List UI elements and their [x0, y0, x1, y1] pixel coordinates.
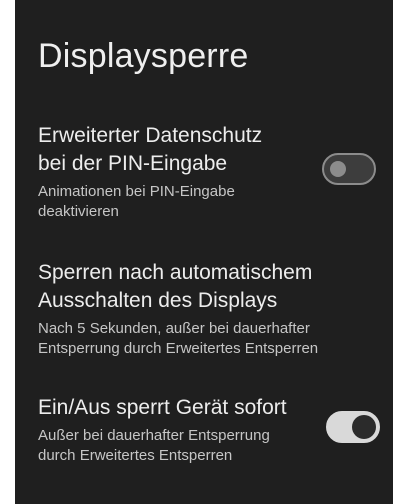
setting-lock-after-screen-off-summary: Nach 5 Sekunden, außer bei dauerhafter E…: [38, 320, 319, 357]
setting-power-button-locks-title: Ein/Aus sperrt Gerät sofort: [38, 396, 287, 419]
pin-privacy-toggle[interactable]: [322, 153, 376, 185]
setting-lock-after-screen-off-title: Sperren nach automatischem Ausschalten d…: [38, 261, 313, 312]
page-title: Displaysperre: [38, 37, 249, 75]
setting-power-button-locks-summary: Außer bei dauerhafter Entsperrung durch …: [38, 427, 270, 464]
setting-pin-privacy-title: Erweiterter Datenschutz bei der PIN-Eing…: [38, 124, 263, 175]
setting-lock-after-screen-off[interactable]: Sperren nach automatischem Ausschalten d…: [38, 259, 381, 359]
setting-pin-privacy-summary: Animationen bei PIN-Eingabe deaktivieren: [38, 183, 235, 220]
power-button-locks-toggle[interactable]: [326, 411, 380, 443]
toggle-thumb: [352, 415, 376, 439]
settings-screen: Displaysperre Erweiterter Datenschutz be…: [15, 0, 393, 504]
toggle-thumb: [330, 161, 346, 177]
